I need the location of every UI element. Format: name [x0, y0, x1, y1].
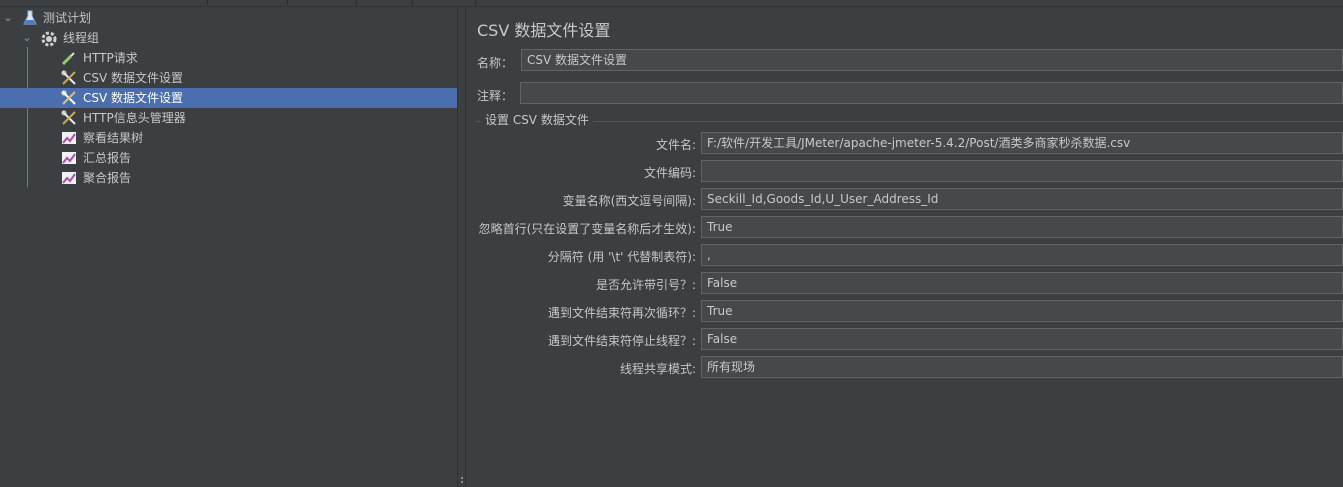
- stop-thread-on-eof-label: 遇到文件结束符停止线程？:: [547, 334, 696, 348]
- delimiter-field[interactable]: ,: [701, 244, 1343, 266]
- tree-item-thread-group[interactable]: ⌄ 线程组: [0, 28, 457, 48]
- section-border: [475, 121, 1343, 122]
- tree-item-http-request[interactable]: HTTP请求: [0, 48, 457, 68]
- recycle-on-eof-label: 遇到文件结束符再次循环？:: [547, 306, 696, 320]
- stop-thread-on-eof-field[interactable]: False: [701, 328, 1343, 350]
- ignore-first-line-field[interactable]: True: [701, 216, 1343, 238]
- test-plan-tree[interactable]: ⌄ 测试计划 ⌄ 线程组 HTTP请求 CSV 数据文件设置 CSV 数据文件设…: [0, 7, 457, 487]
- allow-quoted-field[interactable]: False: [701, 272, 1343, 294]
- csv-settings-panel: CSV 数据文件设置 名称： CSV 数据文件设置 注释： 设置 CSV 数据文…: [467, 7, 1343, 487]
- tree-item-label: 察看结果树: [83, 131, 144, 145]
- name-label: 名称：: [477, 56, 514, 70]
- variable-names-field[interactable]: Seckill_Id,Goods_Id,U_User_Address_Id: [701, 188, 1343, 210]
- split-pane-divider[interactable]: [457, 7, 466, 487]
- tree-item-label: 聚合报告: [83, 171, 132, 185]
- toolbar-separator: [475, 0, 476, 5]
- toolbar-separator: [412, 0, 413, 5]
- sharing-mode-label: 线程共享模式:: [619, 362, 696, 376]
- tree-item-csv-data-set-selected[interactable]: CSV 数据文件设置: [0, 88, 457, 108]
- tree-item-csv-data-set[interactable]: CSV 数据文件设置: [0, 68, 457, 88]
- toolbar-separator: [207, 0, 208, 5]
- wrench-scissors-icon: [61, 70, 77, 86]
- section-title: 设置 CSV 数据文件: [481, 111, 593, 128]
- pipette-icon: [61, 50, 77, 66]
- name-field[interactable]: CSV 数据文件设置: [521, 49, 1343, 71]
- filename-label: 文件名:: [655, 138, 696, 152]
- tree-item-label: CSV 数据文件设置: [83, 91, 184, 105]
- tree-item-label: 汇总报告: [83, 151, 132, 165]
- tree-item-label: 测试计划: [43, 11, 92, 25]
- ignore-first-line-label: 忽略首行(只在设置了变量名称后才生效):: [478, 222, 696, 236]
- divider-grip: [461, 481, 463, 483]
- tree-item-aggregate-report[interactable]: 聚合报告: [0, 168, 457, 188]
- divider-grip: [461, 477, 463, 479]
- tree-item-test-plan[interactable]: ⌄ 测试计划: [0, 8, 457, 28]
- toolbar-separator: [356, 0, 357, 5]
- tree-item-label: 线程组: [63, 31, 100, 45]
- filename-field[interactable]: F:/软件/开发工具/JMeter/apache-jmeter-5.4.2/Po…: [701, 132, 1343, 154]
- flask-icon: [22, 10, 38, 26]
- gear-icon: [40, 30, 57, 47]
- tree-item-label: CSV 数据文件设置: [83, 71, 184, 85]
- sharing-mode-field[interactable]: 所有现场: [701, 356, 1343, 378]
- chevron-down-icon[interactable]: ⌄: [1, 8, 15, 28]
- chevron-down-icon[interactable]: ⌄: [20, 28, 34, 48]
- comment-label: 注释：: [477, 89, 514, 103]
- tree-item-label: HTTP信息头管理器: [83, 111, 186, 125]
- file-encoding-label: 文件编码:: [643, 166, 696, 180]
- comment-field[interactable]: [520, 82, 1343, 104]
- graph-icon: [61, 130, 77, 146]
- tree-item-label: HTTP请求: [83, 51, 138, 65]
- delimiter-label: 分隔符 (用 '\t' 代替制表符):: [547, 250, 696, 264]
- file-encoding-field[interactable]: [701, 160, 1343, 182]
- wrench-scissors-icon: [61, 90, 77, 106]
- wrench-scissors-icon: [61, 110, 77, 126]
- page-title: CSV 数据文件设置: [477, 21, 611, 40]
- top-toolbar-strip: [0, 0, 1343, 7]
- allow-quoted-label: 是否允许带引号？:: [595, 278, 696, 292]
- graph-icon: [61, 150, 77, 166]
- variable-names-label: 变量名称(西文逗号间隔):: [562, 194, 696, 208]
- tree-item-view-results-tree[interactable]: 察看结果树: [0, 128, 457, 148]
- recycle-on-eof-field[interactable]: True: [701, 300, 1343, 322]
- tree-item-http-header-manager[interactable]: HTTP信息头管理器: [0, 108, 457, 128]
- graph-icon: [61, 170, 77, 186]
- toolbar-separator: [287, 0, 288, 5]
- tree-item-summary-report[interactable]: 汇总报告: [0, 148, 457, 168]
